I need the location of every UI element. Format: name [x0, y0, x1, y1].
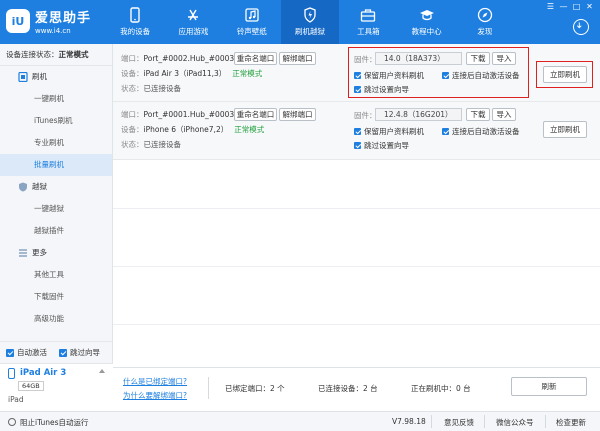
main-nav: 我的设备 应用游戏 铃声壁纸 刷机越狱 工具箱 教程中心 发现	[106, 0, 514, 44]
sidebar-item-one-click-jailbreak[interactable]: 一键越狱	[0, 198, 112, 220]
highlight-box	[348, 47, 529, 98]
checkbox-checked-icon	[354, 142, 361, 149]
checkbox-checked-icon	[59, 348, 67, 357]
nav-apps[interactable]: 应用游戏	[164, 0, 222, 44]
device-capacity: 64GB	[18, 381, 44, 391]
sidebar-item-one-click-flash[interactable]: 一键刷机	[0, 88, 112, 110]
import-firmware-button[interactable]: 导入	[492, 108, 516, 121]
sidebar-item-batch-flash[interactable]: 批量刷机	[0, 154, 112, 176]
flash-now-button[interactable]: 立即刷机	[543, 121, 587, 138]
what-is-bound-port-link[interactable]: 什么是已绑定端口?	[123, 376, 187, 387]
download-manager-icon[interactable]	[573, 19, 589, 35]
circle-icon	[8, 418, 16, 426]
nav-my-device[interactable]: 我的设备	[106, 0, 164, 44]
shield-icon	[19, 182, 27, 192]
flashing-count: 正在刷机中：0 台	[411, 384, 471, 393]
port-name: Port_#0001.Hub_#0003	[143, 110, 235, 119]
checkbox-checked-icon	[6, 348, 14, 357]
sidebar-options: 自动激活 跳过向导	[0, 341, 113, 363]
highlight-box	[536, 61, 593, 88]
eject-icon[interactable]	[99, 369, 105, 373]
keep-data-checkbox[interactable]: 保留用户资料刷机	[354, 126, 424, 137]
device-panel[interactable]: iPad Air 3 64GB iPad	[0, 363, 113, 411]
device-icon	[130, 7, 140, 23]
why-unbind-port-link[interactable]: 为什么要解绑端口?	[123, 390, 187, 401]
compass-icon	[477, 7, 493, 23]
nav-ringtones[interactable]: 铃声壁纸	[223, 0, 281, 44]
bound-ports-count: 已绑定端口：2 个	[225, 384, 285, 393]
sidebar-section-more[interactable]: 更多	[0, 242, 112, 264]
graduation-cap-icon	[419, 10, 434, 21]
summary-bar: 什么是已绑定端口? 为什么要解绑端口? 已绑定端口：2 个 已连接设备：2 台 …	[113, 367, 600, 411]
firmware-field[interactable]: 12.4.8（16G201）	[375, 108, 462, 121]
checkbox-checked-icon	[354, 128, 361, 135]
menu-icon[interactable]: ☰	[544, 2, 557, 12]
port-name: Port_#0002.Hub_#0003	[143, 54, 235, 63]
skip-guide-checkbox[interactable]: 跳过向导	[59, 347, 100, 358]
sidebar: 设备连接状态：正常模式 刷机 一键刷机 iTunes刷机 专业刷机 批量刷机 越…	[0, 44, 113, 411]
device-mode: 正常模式	[232, 69, 263, 78]
sidebar-section-flash[interactable]: 刷机	[0, 66, 112, 88]
device-row[interactable]: 端口：Port_#0001.Hub_#0003 重命名端口 解绑端口 设备：iP…	[113, 102, 600, 160]
app-logo: iU 爱思助手 www.i4.cn	[6, 7, 91, 35]
music-icon	[245, 8, 259, 22]
sidebar-item-download-firmware[interactable]: 下载固件	[0, 286, 112, 308]
device-type: iPad	[8, 395, 24, 404]
version-label: V7.98.18	[392, 417, 426, 426]
phone-icon	[18, 72, 28, 82]
device-mode: 正常模式	[234, 125, 265, 134]
sidebar-item-itunes-flash[interactable]: iTunes刷机	[0, 110, 112, 132]
wechat-link[interactable]: 微信公众号	[496, 417, 534, 428]
device-state: 已连接设备	[143, 84, 182, 93]
device-name: iPad Air 3	[20, 368, 67, 378]
nav-toolbox[interactable]: 工具箱	[339, 0, 397, 44]
logo-badge-icon: iU	[6, 9, 30, 33]
block-itunes-toggle[interactable]: 阻止iTunes自动运行	[8, 417, 89, 428]
toolbox-icon	[361, 9, 376, 22]
download-firmware-button[interactable]: 下载	[466, 108, 490, 121]
auto-activate-checkbox[interactable]: 自动激活	[6, 347, 47, 358]
check-update-link[interactable]: 检查更新	[556, 417, 586, 428]
close-icon[interactable]: ✕	[583, 2, 596, 12]
nav-tutorials[interactable]: 教程中心	[397, 0, 455, 44]
list-icon	[19, 249, 27, 257]
app-url: www.i4.cn	[35, 27, 71, 35]
feedback-link[interactable]: 意见反馈	[444, 417, 474, 428]
window-controls: ☰ — □ ✕	[544, 2, 596, 12]
tablet-icon	[8, 368, 15, 379]
status-bar: 阻止iTunes自动运行 V7.98.18 意见反馈 微信公众号 检查更新	[0, 411, 600, 431]
connected-devices-count: 已连接设备：2 台	[318, 384, 378, 393]
unbind-port-button[interactable]: 解绑端口	[279, 108, 316, 121]
device-model: iPad Air 3（iPad11,3）	[143, 69, 227, 78]
sidebar-item-other-tools[interactable]: 其他工具	[0, 264, 112, 286]
device-model: iPhone 6（iPhone7,2）	[143, 125, 229, 134]
connection-status-value: 正常模式	[58, 50, 89, 59]
nav-flash-jailbreak[interactable]: 刷机越狱	[280, 0, 340, 44]
top-header: iU 爱思助手 www.i4.cn 我的设备 应用游戏 铃声壁纸 刷机越狱 工具…	[0, 0, 600, 44]
app-store-icon	[188, 9, 199, 21]
sidebar-item-advanced[interactable]: 高级功能	[0, 308, 112, 330]
connection-status: 设备连接状态：正常模式	[0, 44, 112, 66]
app-name: 爱思助手	[35, 11, 92, 26]
rename-port-button[interactable]: 重命名端口	[234, 108, 277, 121]
sidebar-item-jailbreak-plugins[interactable]: 越狱插件	[0, 220, 112, 242]
flash-icon	[304, 7, 316, 23]
minimize-icon[interactable]: —	[557, 2, 570, 12]
checkbox-checked-icon	[442, 128, 449, 135]
sidebar-section-jailbreak[interactable]: 越狱	[0, 176, 112, 198]
batch-flash-panel: 端口：Port_#0002.Hub_#0003 重命名端口 解绑端口 设备：iP…	[113, 44, 600, 367]
device-row[interactable]: 端口：Port_#0002.Hub_#0003 重命名端口 解绑端口 设备：iP…	[113, 44, 600, 102]
refresh-button[interactable]: 刷新	[511, 377, 587, 396]
auto-activate-device-checkbox[interactable]: 连接后自动激活设备	[442, 126, 520, 137]
skip-setup-guide-checkbox[interactable]: 跳过设置向导	[354, 140, 409, 151]
rename-port-button[interactable]: 重命名端口	[234, 52, 277, 65]
nav-discover[interactable]: 发现	[456, 0, 514, 44]
device-state: 已连接设备	[143, 140, 182, 149]
unbind-port-button[interactable]: 解绑端口	[279, 52, 316, 65]
maximize-icon[interactable]: □	[570, 2, 583, 12]
sidebar-item-pro-flash[interactable]: 专业刷机	[0, 132, 112, 154]
